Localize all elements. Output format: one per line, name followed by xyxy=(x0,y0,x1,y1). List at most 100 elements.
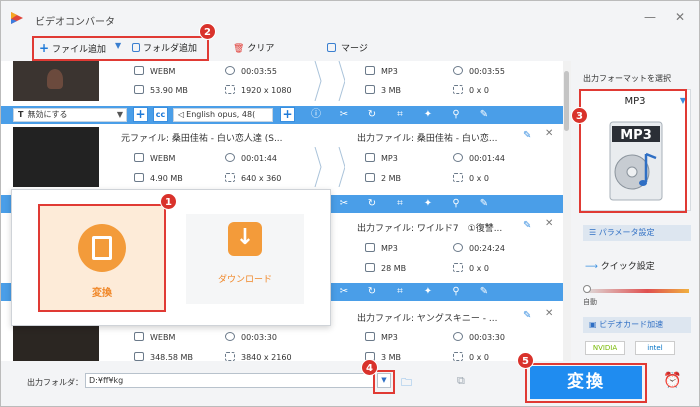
highlight-format-selector xyxy=(579,89,687,213)
src-size-value: 53.90 MB xyxy=(150,86,188,95)
out-format: MP3 xyxy=(365,153,398,163)
arrow-icon: ⟶ xyxy=(585,262,598,272)
title-bar: ビデオコンバータ — ✕ xyxy=(1,1,699,35)
out-resolution-value: 0 x 0 xyxy=(469,174,489,183)
merge-label: マージ xyxy=(341,44,368,54)
format-icon xyxy=(134,332,144,341)
out-duration: 00:03:30 xyxy=(453,332,505,342)
src-format-value: WEBM xyxy=(150,333,176,342)
scrollbar-thumb[interactable] xyxy=(564,71,569,131)
step-badge-5: 5 xyxy=(517,352,534,369)
merge-output-icon[interactable]: ⧉ xyxy=(457,374,465,388)
src-size: 4.90 MB xyxy=(134,173,183,183)
close-button[interactable]: ✕ xyxy=(671,9,689,25)
edit-pen-icon[interactable]: ✎ xyxy=(477,108,491,122)
watermark-icon[interactable]: ⚲ xyxy=(449,108,463,122)
out-duration-value: 00:03:30 xyxy=(469,333,505,342)
clear-button[interactable]: 🗑 クリア xyxy=(233,41,274,55)
parameter-settings-label: パラメータ設定 xyxy=(598,228,655,237)
alarm-clock-icon[interactable]: ⏰ xyxy=(663,371,682,389)
highlight-add-buttons xyxy=(32,36,209,61)
audio-track-select[interactable]: ◁ English opus, 48( xyxy=(173,108,273,122)
convert-mode-tile[interactable]: 変換 xyxy=(38,204,166,312)
subtitle-cc-button[interactable]: cc xyxy=(153,107,168,122)
remove-file-icon[interactable]: ✕ xyxy=(545,128,553,139)
rename-pen-icon[interactable]: ✎ xyxy=(523,310,531,321)
src-duration: 00:01:44 xyxy=(225,153,277,163)
cut-icon[interactable]: ✂ xyxy=(337,197,351,211)
edit-toolbar: T 無効にする ▼ + cc ◁ English opus, 48( + ⓘ ✂ ↻ … xyxy=(1,106,563,124)
rotate-icon[interactable]: ↻ xyxy=(365,285,379,299)
crop-icon[interactable]: ⌗ xyxy=(393,197,407,211)
src-size: 348.58 MB xyxy=(134,352,193,361)
remove-file-icon[interactable]: ✕ xyxy=(545,308,553,319)
effect-wand-icon[interactable]: ✦ xyxy=(421,285,435,299)
remove-file-icon[interactable]: ✕ xyxy=(545,218,553,229)
out-format: MP3 xyxy=(365,66,398,76)
quality-slider-handle[interactable] xyxy=(583,285,591,293)
out-size: 28 MB xyxy=(365,263,406,273)
out-resolution: 0 x 0 xyxy=(453,173,489,183)
subtitle-value: 無効にする xyxy=(27,110,68,119)
open-folder-icon[interactable]: 🗀 xyxy=(401,374,412,393)
watermark-icon[interactable]: ⚲ xyxy=(449,285,463,299)
cut-icon[interactable]: ✂ xyxy=(337,108,351,122)
film-icon xyxy=(78,224,126,272)
crop-icon[interactable]: ⌗ xyxy=(393,108,407,122)
file-size-icon xyxy=(365,85,375,94)
out-format-value: MP3 xyxy=(381,244,398,253)
add-subtitle-button[interactable]: + xyxy=(133,107,148,122)
src-format-value: WEBM xyxy=(150,154,176,163)
app-title: ビデオコンバータ xyxy=(35,17,115,28)
out-resolution: 0 x 0 xyxy=(453,352,489,361)
clock-icon xyxy=(453,243,463,252)
file-list-scrollbar[interactable] xyxy=(563,61,571,361)
rename-pen-icon[interactable]: ✎ xyxy=(523,130,531,141)
convert-arrow-icon xyxy=(314,147,345,187)
edit-pen-icon[interactable]: ✎ xyxy=(477,197,491,211)
watermark-icon[interactable]: ⚲ xyxy=(449,197,463,211)
add-audio-button[interactable]: + xyxy=(280,107,295,122)
out-size-value: 3 MB xyxy=(381,353,402,361)
rename-pen-icon[interactable]: ✎ xyxy=(523,220,531,231)
src-resolution: 640 x 360 xyxy=(225,173,281,183)
out-duration-value: 00:24:24 xyxy=(469,244,505,253)
effect-wand-icon[interactable]: ✦ xyxy=(421,108,435,122)
src-duration-value: 00:03:30 xyxy=(241,333,277,342)
merge-icon xyxy=(327,43,336,52)
crop-icon[interactable]: ⌗ xyxy=(393,285,407,299)
file-size-icon xyxy=(134,85,144,94)
parameter-settings-button[interactable]: ☰ パラメータ設定 xyxy=(583,225,691,241)
src-format: WEBM xyxy=(134,66,175,76)
nvidia-logo: NVIDIA xyxy=(585,341,625,355)
rotate-icon[interactable]: ↻ xyxy=(365,108,379,122)
info-icon[interactable]: ⓘ xyxy=(309,108,323,122)
sliders-icon: ☰ xyxy=(589,228,597,237)
format-icon xyxy=(134,153,144,162)
resolution-icon xyxy=(453,263,463,272)
quality-slider[interactable] xyxy=(585,289,689,293)
clock-icon xyxy=(453,153,463,162)
src-size-value: 348.58 MB xyxy=(150,353,193,361)
out-duration: 00:03:55 xyxy=(453,66,505,76)
subtitle-select[interactable]: T 無効にする ▼ xyxy=(13,108,127,122)
download-mode-tile[interactable]: ↓ ダウンロード xyxy=(186,214,304,304)
output-folder-input[interactable]: D:¥ff¥kg xyxy=(85,373,375,388)
out-size-value: 28 MB xyxy=(381,264,407,273)
rotate-icon[interactable]: ↻ xyxy=(365,197,379,211)
clear-label: クリア xyxy=(247,44,275,54)
edit-pen-icon[interactable]: ✎ xyxy=(477,285,491,299)
out-format-value: MP3 xyxy=(381,154,398,163)
out-format-value: MP3 xyxy=(381,333,398,342)
merge-button[interactable]: マージ xyxy=(327,41,368,55)
effect-wand-icon[interactable]: ✦ xyxy=(421,197,435,211)
src-resolution-value: 3840 x 2160 xyxy=(241,353,292,361)
format-icon xyxy=(365,332,375,341)
gpu-icon: ▣ xyxy=(589,320,597,329)
gpu-accel-toggle[interactable]: ▣ ビデオカード加速 xyxy=(583,317,691,333)
minimize-button[interactable]: — xyxy=(641,9,659,25)
step-badge-3: 3 xyxy=(571,107,588,124)
out-size-value: 3 MB xyxy=(381,86,402,95)
cut-icon[interactable]: ✂ xyxy=(337,285,351,299)
out-format-value: MP3 xyxy=(381,67,398,76)
